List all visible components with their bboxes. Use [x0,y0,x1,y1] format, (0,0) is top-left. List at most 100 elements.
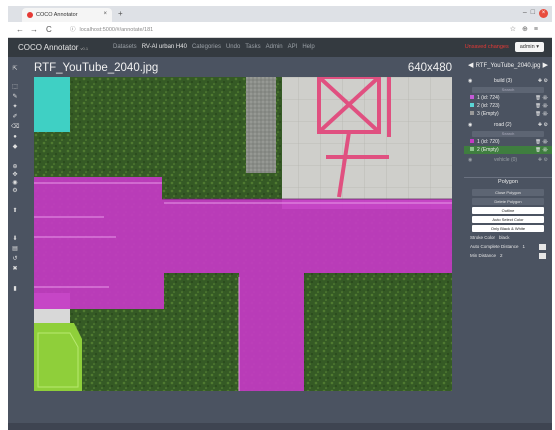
nav-categories[interactable]: Categories [192,44,221,50]
annotation-item[interactable]: 3 (Empty) 🗑 ⚙ [464,110,552,118]
prev-image-icon[interactable]: ◀ [468,61,473,71]
plus-icon[interactable]: ✚ [538,157,542,163]
zoom-icon[interactable]: ⊕ [11,163,19,171]
gear-icon[interactable]: ⚙ [544,122,548,128]
category-name: build (3) [494,78,513,84]
min-distance-setting[interactable]: Min Distance 2 [464,252,552,260]
category-search[interactable]: Search [472,131,544,137]
gear-icon[interactable]: ⚙ [542,147,548,152]
save-icon[interactable]: ▤ [11,245,19,253]
eye-icon[interactable]: ◉ [468,122,472,128]
address-bar: ← → C ⓘ localhost:5000/#/annotate/181 ☆⊕≡ [8,22,552,38]
plus-icon[interactable]: ✚ [538,78,542,84]
category-vehicle[interactable]: ◉ vehicle (0) ✚ ⚙ [464,156,552,165]
brush-tool-icon[interactable]: ✐ [11,113,19,121]
image-dimensions: 640x480 [407,62,452,74]
auto-select-color-button[interactable]: Auto Select Color [472,216,544,223]
auto-complete-setting[interactable]: Auto Complete Distance 1 [464,243,552,251]
reload-button[interactable]: C [46,25,52,34]
category-build[interactable]: ◉ build (3) ✚ ⚙ [464,77,552,86]
stroke-color-setting[interactable]: Stroke Color black [464,234,552,242]
extensions-icon[interactable]: ⊕ [522,26,534,33]
eye-icon[interactable]: ◉ [468,78,472,84]
bbox-tool-icon[interactable]: ⬚ [11,83,19,91]
stepper-icon[interactable] [539,244,546,250]
reset-icon[interactable]: ↺ [11,255,19,263]
delete-icon[interactable]: 🗑 [535,139,541,144]
annotation-label: 3 (Empty) [477,111,499,117]
setting-value: 2 [500,253,503,258]
nav-admin[interactable]: Admin [266,44,283,50]
delete-icon[interactable]: 🗑 [535,95,541,100]
category-search[interactable]: Search [472,87,544,93]
category-name: vehicle (0) [494,157,518,163]
build-mask-teal [34,77,70,132]
visibility-icon[interactable]: ◉ [11,179,19,187]
gear-icon[interactable]: ⚙ [542,111,548,116]
nav-api[interactable]: API [288,44,298,50]
nav-tasks[interactable]: Tasks [245,44,260,50]
annotation-item[interactable]: 1 (id: 724) 🗑 ⚙ [464,94,552,102]
outline-button[interactable]: Outline [472,207,544,214]
download-icon[interactable]: ⬇ [11,235,19,243]
annotation-label: 2 (id: 723) [477,103,500,109]
delete-icon[interactable]: 🗑 [535,103,541,108]
mode-icon[interactable]: ▮ [11,285,19,293]
select-tool-icon[interactable]: ⇱ [11,65,19,73]
new-tab-button[interactable]: + [118,9,123,18]
minimize-icon[interactable]: – [523,9,531,16]
gear-icon[interactable]: ⚙ [542,139,548,144]
browser-actions: ☆⊕≡ [510,25,544,33]
gear-icon[interactable]: ⚙ [542,103,548,108]
url-field[interactable]: ⓘ localhost:5000/#/annotate/181 [70,25,450,36]
tab-close-icon[interactable]: × [103,11,107,17]
dextr-tool-icon[interactable]: ◆ [11,143,19,151]
gear-icon[interactable]: ⚙ [544,78,548,84]
browser-tab[interactable]: COCO Annotator × [22,8,112,22]
delete-polygon-button[interactable]: Delete Polygon [472,198,544,205]
forward-button[interactable]: → [30,25,38,34]
nav-undo[interactable]: Undo [226,44,240,50]
window-close-button[interactable]: × [539,9,548,18]
nav-dataset-current[interactable]: RV-AI urban H40 [142,44,187,50]
black-white-button[interactable]: Only Black & White [472,225,544,232]
nav-links: Datasets RV-AI urban H40 Categories Undo Tas… [113,44,320,50]
polygon-tool-icon[interactable]: ✎ [11,93,19,101]
annotation-image[interactable] [34,77,452,391]
pan-icon[interactable]: ✥ [11,171,19,179]
eraser-tool-icon[interactable]: ⌫ [11,123,19,131]
gravel-path [246,77,276,173]
info-icon: ⓘ [70,27,76,33]
gear-icon[interactable]: ⚙ [542,95,548,100]
nav-help[interactable]: Help [302,44,314,50]
maximize-icon[interactable]: □ [531,9,539,16]
favicon-icon [27,12,33,18]
magic-wand-icon[interactable]: ✦ [11,103,19,111]
tab-title: COCO Annotator [36,12,78,18]
close-polygon-button[interactable]: Close Polygon [472,189,544,196]
delete-icon[interactable]: 🗑 [535,111,541,116]
menu-icon[interactable]: ≡ [534,26,544,33]
eye-icon[interactable]: ◉ [468,157,472,163]
annotation-item[interactable]: 1 (id: 720) 🗑 ⚙ [464,138,552,146]
setting-value: 1 [522,244,526,249]
next-image-icon[interactable]: ▶ [543,61,548,71]
user-menu-button[interactable]: admin ▾ [514,42,544,52]
stepper-icon[interactable] [539,253,546,259]
annotation-item-active[interactable]: 2 (Empty) 🗑 ⚙ [464,146,552,154]
category-road[interactable]: ◉ road (2) ✚ ⚙ [464,121,552,130]
back-button[interactable]: ← [16,25,24,34]
nav-datasets[interactable]: Datasets [113,44,137,50]
plus-icon[interactable]: ✚ [538,122,542,128]
upload-icon[interactable]: ⬆ [11,207,19,215]
bottom-bar [8,423,552,430]
delete-image-icon[interactable]: ✖ [11,265,19,273]
keypoint-tool-icon[interactable]: ● [11,133,19,141]
settings-icon[interactable]: ⚙ [11,187,19,195]
aerial-image-svg [34,77,452,391]
star-icon[interactable]: ☆ [510,26,522,33]
brand[interactable]: COCO Annotator v0.1 [18,43,88,52]
gear-icon[interactable]: ⚙ [544,157,548,163]
delete-icon[interactable]: 🗑 [535,147,541,152]
annotation-item[interactable]: 2 (id: 723) 🗑 ⚙ [464,102,552,110]
